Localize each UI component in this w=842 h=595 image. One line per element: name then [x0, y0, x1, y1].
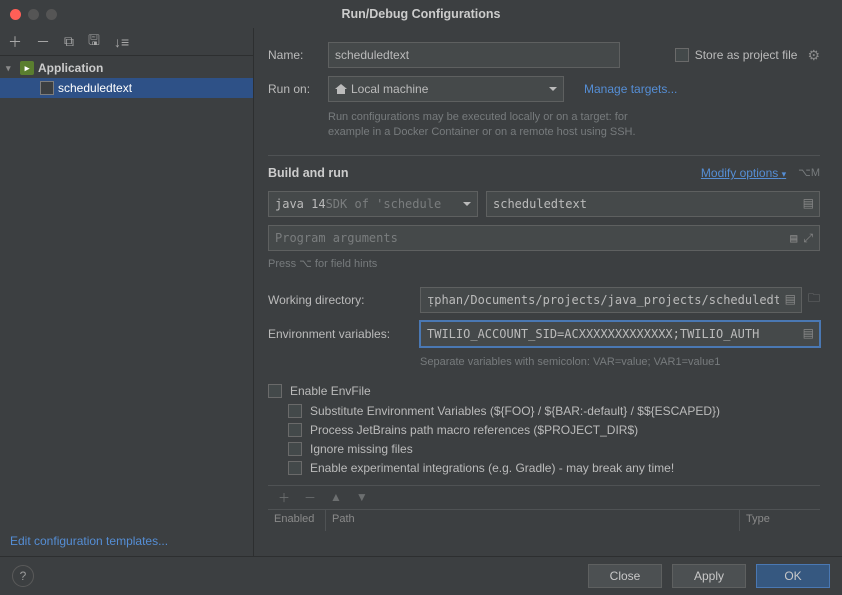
chevron-down-icon: ▾: [6, 63, 16, 74]
store-project-file-label: Store as project file: [695, 48, 798, 62]
gear-icon[interactable]: ⚙: [807, 47, 820, 64]
name-input[interactable]: [328, 42, 620, 68]
col-enabled: Enabled: [268, 510, 326, 531]
config-file-icon: [40, 81, 54, 95]
add-row-icon[interactable]: ＋: [278, 489, 290, 506]
modify-shortcut: ⌥M: [798, 166, 820, 181]
modify-options-link[interactable]: Modify options ▾: [701, 166, 786, 180]
substitute-env-checkbox[interactable]: [288, 404, 302, 418]
sidebar-toolbar: ＋ － ⧉ 🖫 ↓≡: [0, 28, 253, 56]
application-icon: ▸: [20, 61, 34, 75]
build-section-title: Build and run: [268, 166, 349, 180]
sort-config-icon[interactable]: ↓≡: [114, 34, 129, 50]
config-tree: ▾ ▸ Application scheduledtext: [0, 56, 253, 526]
ignore-missing-label: Ignore missing files: [310, 442, 413, 456]
copy-config-icon[interactable]: ⧉: [64, 33, 74, 50]
experimental-label: Enable experimental integrations (e.g. G…: [310, 461, 674, 475]
env-vars-label: Environment variables:: [268, 327, 420, 341]
envfile-table-header: Enabled Path Type: [268, 509, 820, 531]
substitute-env-label: Substitute Environment Variables (${FOO}…: [310, 404, 720, 418]
folder-icon[interactable]: 🗀: [808, 289, 820, 310]
add-config-icon[interactable]: ＋: [8, 32, 22, 52]
enable-envfile-label: Enable EnvFile: [290, 384, 371, 398]
apply-button[interactable]: Apply: [672, 564, 746, 588]
minimize-window-button[interactable]: [28, 9, 39, 20]
list-icon[interactable]: ▤: [803, 196, 814, 210]
maximize-window-button[interactable]: [46, 9, 57, 20]
working-dir-input[interactable]: [420, 287, 802, 313]
run-on-select[interactable]: Local machine: [328, 76, 564, 102]
list-icon[interactable]: ▤: [785, 292, 796, 306]
home-icon: [335, 84, 347, 94]
close-button[interactable]: Close: [588, 564, 662, 588]
working-dir-label: Working directory:: [268, 293, 420, 307]
expand-icon[interactable]: ⤢: [803, 231, 813, 246]
run-on-hint: Run configurations may be executed local…: [328, 110, 668, 141]
remove-config-icon[interactable]: －: [36, 32, 50, 52]
tree-node-application[interactable]: ▾ ▸ Application: [0, 58, 253, 78]
manage-targets-link[interactable]: Manage targets...: [584, 82, 677, 96]
save-config-icon[interactable]: 🖫: [88, 30, 100, 54]
store-project-file-checkbox[interactable]: [675, 48, 689, 62]
chevron-down-icon: [549, 87, 557, 91]
help-button[interactable]: ?: [12, 565, 34, 587]
window-title: Run/Debug Configurations: [0, 7, 842, 21]
envfile-table-toolbar: ＋ － ▲ ▼: [268, 485, 820, 509]
dialog-footer: ? Close Apply OK: [0, 556, 842, 595]
field-hints: Press ⌥ for field hints: [268, 257, 820, 272]
jdk-select[interactable]: java 14 SDK of 'schedule: [268, 191, 478, 217]
process-macros-label: Process JetBrains path macro references …: [310, 423, 638, 437]
col-path: Path: [326, 510, 740, 531]
divider: [268, 155, 820, 156]
tree-label: scheduledtext: [58, 81, 132, 95]
window-controls: [10, 9, 57, 20]
ok-button[interactable]: OK: [756, 564, 830, 588]
list-icon[interactable]: ▤: [790, 231, 797, 246]
tree-label: Application: [38, 61, 103, 75]
env-vars-input[interactable]: [420, 321, 820, 347]
chevron-down-icon: [463, 202, 471, 206]
col-type: Type: [740, 510, 820, 531]
run-on-value: Local machine: [351, 82, 428, 96]
experimental-checkbox[interactable]: [288, 461, 302, 475]
list-icon[interactable]: ▤: [803, 326, 814, 340]
content-panel: Name: Store as project file ⚙ Run on: Lo…: [254, 28, 842, 556]
ignore-missing-checkbox[interactable]: [288, 442, 302, 456]
program-arguments-input[interactable]: Program arguments ▤ ⤢: [268, 225, 820, 251]
env-vars-hint: Separate variables with semicolon: VAR=v…: [420, 355, 820, 370]
edit-templates-link[interactable]: Edit configuration templates...: [0, 526, 253, 556]
move-down-icon[interactable]: ▼: [356, 490, 368, 504]
name-label: Name:: [268, 48, 328, 62]
tree-node-scheduledtext[interactable]: scheduledtext: [0, 78, 253, 98]
titlebar: Run/Debug Configurations: [0, 0, 842, 28]
process-macros-checkbox[interactable]: [288, 423, 302, 437]
sidebar: ＋ － ⧉ 🖫 ↓≡ ▾ ▸ Application scheduledtext…: [0, 28, 254, 556]
remove-row-icon[interactable]: －: [304, 489, 316, 506]
enable-envfile-checkbox[interactable]: [268, 384, 282, 398]
run-on-label: Run on:: [268, 82, 328, 96]
close-window-button[interactable]: [10, 9, 21, 20]
move-up-icon[interactable]: ▲: [330, 490, 342, 504]
main-class-input[interactable]: [486, 191, 820, 217]
